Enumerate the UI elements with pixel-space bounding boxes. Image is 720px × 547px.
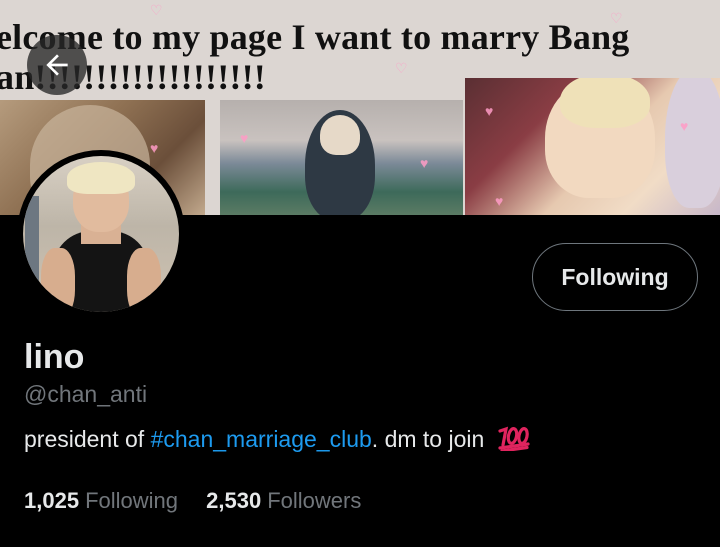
follow-stats: 1,025 Following 2,530 Followers	[24, 488, 383, 514]
bio-hashtag-link[interactable]: #chan_marriage_club	[151, 426, 372, 452]
bio-prefix: president of	[24, 426, 151, 452]
arrow-left-icon	[46, 54, 68, 76]
back-button[interactable]	[27, 35, 87, 95]
user-handle: @chan_anti	[24, 381, 148, 407]
display-name: lino	[24, 338, 85, 376]
banner-photo-middle: ♥ ♥	[220, 100, 463, 215]
following-stat[interactable]: 1,025 Following	[24, 488, 178, 514]
following-button[interactable]: Following	[532, 243, 698, 311]
hundred-points-emoji-icon	[497, 425, 531, 457]
bio-suffix: . dm to join	[371, 426, 485, 452]
banner-caption-line2: an!!!!!!!!!!!!!!!!!!!	[0, 57, 266, 97]
followers-count: 2,530	[206, 488, 262, 513]
following-count: 1,025	[24, 488, 80, 513]
followers-stat[interactable]: 2,530 Followers	[206, 488, 361, 514]
following-label: Following	[85, 488, 178, 513]
bio: president of #chan_marriage_club. dm to …	[24, 425, 531, 457]
avatar-image	[23, 156, 179, 312]
avatar[interactable]	[17, 150, 185, 318]
followers-label: Followers	[267, 488, 362, 513]
